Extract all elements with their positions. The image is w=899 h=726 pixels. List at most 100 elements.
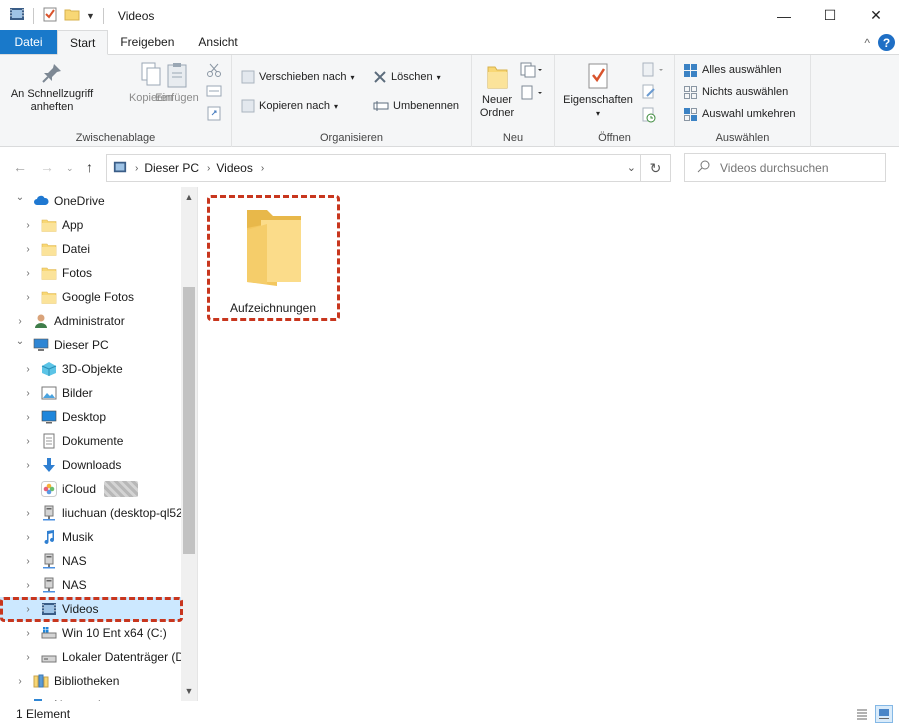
sidebar-item-netzwerk[interactable]: ›Netzwerk: [0, 693, 182, 701]
breadcrumb-videos[interactable]: Videos: [216, 161, 252, 175]
tab-start[interactable]: Start: [57, 30, 109, 55]
scroll-down-icon[interactable]: ▼: [181, 683, 197, 699]
select-group: Alles auswählen Nichts auswählen Auswahl…: [675, 55, 811, 147]
sidebar-item-desktop[interactable]: › Desktop: [0, 405, 182, 429]
nav-scrollbar[interactable]: ▲ ▼: [181, 187, 197, 701]
scroll-thumb[interactable]: [183, 287, 195, 554]
sidebar-item-downloads[interactable]: › Downloads: [0, 453, 182, 477]
sidebar-item-fotos[interactable]: › Fotos: [0, 261, 182, 285]
refresh-icon[interactable]: ↻: [640, 155, 670, 181]
history-icon[interactable]: [641, 107, 657, 126]
recent-locations-icon[interactable]: ⌄: [66, 163, 74, 174]
expand-chevron-icon[interactable]: ›: [23, 580, 33, 591]
new-folder-label-line1: Neuer: [482, 94, 512, 106]
expand-chevron-icon[interactable]: ›: [23, 508, 33, 519]
breadcrumb-chevron-icon[interactable]: ›: [207, 163, 210, 174]
forward-arrow-icon[interactable]: →: [40, 159, 54, 175]
sidebar-item-label: Administrator: [54, 314, 125, 328]
breadcrumb-chevron-icon[interactable]: ›: [261, 163, 264, 174]
properties-quick-icon[interactable]: [42, 6, 58, 25]
expand-chevron-icon[interactable]: ›: [23, 220, 33, 231]
pin-to-quick-access-button[interactable]: An Schnellzugriff anheften: [6, 61, 98, 114]
scroll-up-icon[interactable]: ▲: [181, 189, 197, 205]
address-bar[interactable]: › Dieser PC › Videos › ⌄ ↻: [106, 154, 671, 182]
breadcrumb-chevron-icon[interactable]: ›: [135, 163, 138, 174]
collapse-chevron-icon[interactable]: ⌄: [15, 336, 25, 347]
expand-chevron-icon[interactable]: ›: [23, 460, 33, 471]
folder-aufzeichnungen[interactable]: Aufzeichnungen: [209, 196, 337, 320]
invert-selection-button[interactable]: Auswahl umkehren: [683, 105, 796, 123]
sidebar-item-nas[interactable]: › NAS: [0, 573, 182, 597]
sidebar-item-google-fotos[interactable]: › Google Fotos: [0, 285, 182, 309]
select-all-button[interactable]: Alles auswählen: [683, 61, 782, 79]
large-icons-view-icon[interactable]: [875, 705, 893, 723]
properties-button[interactable]: Eigenschaften ▾: [559, 61, 637, 120]
expand-chevron-icon[interactable]: ›: [23, 604, 33, 615]
sidebar-item-datei[interactable]: › Datei: [0, 237, 182, 261]
paste-shortcut-icon[interactable]: [206, 105, 222, 124]
maximize-button[interactable]: ☐: [807, 0, 853, 31]
sidebar-item-musik[interactable]: › Musik: [0, 525, 182, 549]
expand-chevron-icon[interactable]: ›: [23, 388, 33, 399]
sidebar-item-onedrive[interactable]: ⌄ OneDrive: [0, 189, 182, 213]
tab-view[interactable]: Ansicht: [186, 30, 249, 54]
expand-chevron-icon[interactable]: ›: [23, 292, 33, 303]
breadcrumb-this-pc[interactable]: Dieser PC: [144, 161, 199, 175]
sidebar-item-administrator[interactable]: › Administrator: [0, 309, 182, 333]
collapse-chevron-icon[interactable]: ⌄: [15, 192, 25, 203]
sidebar-item-dieser-pc[interactable]: ⌄ Dieser PC: [0, 333, 182, 357]
customize-quick-access-icon[interactable]: ▼: [86, 11, 95, 21]
sidebar-item-liuchuan-desktop-ql52[interactable]: › liuchuan (desktop-ql52: [0, 501, 182, 525]
tab-file[interactable]: Datei: [0, 30, 57, 54]
rename-button[interactable]: Umbenennen: [373, 97, 459, 115]
sidebar-item-bibliotheken[interactable]: › Bibliotheken: [0, 669, 182, 693]
sidebar-item-nas[interactable]: › NAS: [0, 549, 182, 573]
expand-chevron-icon[interactable]: ›: [23, 532, 33, 543]
details-view-icon[interactable]: [853, 705, 871, 723]
delete-x-icon: [374, 71, 386, 83]
paste-icon: [167, 63, 187, 88]
back-arrow-icon[interactable]: ←: [13, 159, 27, 175]
select-none-button[interactable]: Nichts auswählen: [683, 83, 788, 101]
expand-chevron-icon[interactable]: ›: [15, 676, 25, 687]
copy-to-button[interactable]: Kopieren nach ▾: [241, 97, 338, 115]
address-history-dropdown-icon[interactable]: ⌄: [627, 161, 636, 174]
minimize-button[interactable]: —: [761, 0, 807, 31]
tab-share[interactable]: Freigeben: [108, 30, 186, 54]
sidebar-item-app[interactable]: › App: [0, 213, 182, 237]
close-button[interactable]: ✕: [853, 0, 899, 31]
search-input[interactable]: [720, 160, 880, 175]
new-item-icon[interactable]: [520, 62, 544, 81]
cut-icon[interactable]: [206, 62, 222, 81]
help-icon[interactable]: ?: [878, 34, 895, 51]
sidebar-item-lokaler-datentr-ger-d[interactable]: › Lokaler Datenträger (D: [0, 645, 182, 669]
new-folder-button[interactable]: Neuer Ordner: [474, 61, 520, 120]
move-to-button[interactable]: Verschieben nach ▾: [241, 68, 354, 86]
copy-path-icon[interactable]: [206, 85, 222, 100]
expand-chevron-icon[interactable]: ›: [23, 268, 33, 279]
sidebar-item-win-10-ent-x64-c[interactable]: › Win 10 Ent x64 (C:): [0, 621, 182, 645]
expand-chevron-icon[interactable]: ›: [23, 364, 33, 375]
expand-chevron-icon[interactable]: ›: [23, 436, 33, 447]
new-folder-quick-icon[interactable]: [64, 6, 80, 25]
sidebar-item-3d-objekte[interactable]: › 3D-Objekte: [0, 357, 182, 381]
paste-button[interactable]: Einfügen: [152, 61, 202, 105]
open-icon[interactable]: [641, 62, 665, 81]
clipboard-group-label: Zwischenablage: [75, 132, 156, 144]
expand-chevron-icon[interactable]: ›: [23, 412, 33, 423]
easy-access-icon[interactable]: [520, 85, 544, 104]
sidebar-item-dokumente[interactable]: › Dokumente: [0, 429, 182, 453]
sidebar-item-icloud[interactable]: iCloud: [0, 477, 182, 501]
delete-button[interactable]: Löschen ▾: [373, 68, 441, 86]
search-box[interactable]: [684, 153, 886, 182]
sidebar-item-videos[interactable]: › Videos: [0, 597, 182, 621]
expand-chevron-icon[interactable]: ›: [23, 652, 33, 663]
up-arrow-icon[interactable]: ↑: [86, 159, 93, 175]
expand-chevron-icon[interactable]: ›: [15, 316, 25, 327]
collapse-ribbon-icon[interactable]: ^: [864, 36, 870, 50]
edit-icon[interactable]: [641, 84, 657, 103]
sidebar-item-bilder[interactable]: › Bilder: [0, 381, 182, 405]
expand-chevron-icon[interactable]: ›: [23, 628, 33, 639]
expand-chevron-icon[interactable]: ›: [23, 244, 33, 255]
expand-chevron-icon[interactable]: ›: [23, 556, 33, 567]
